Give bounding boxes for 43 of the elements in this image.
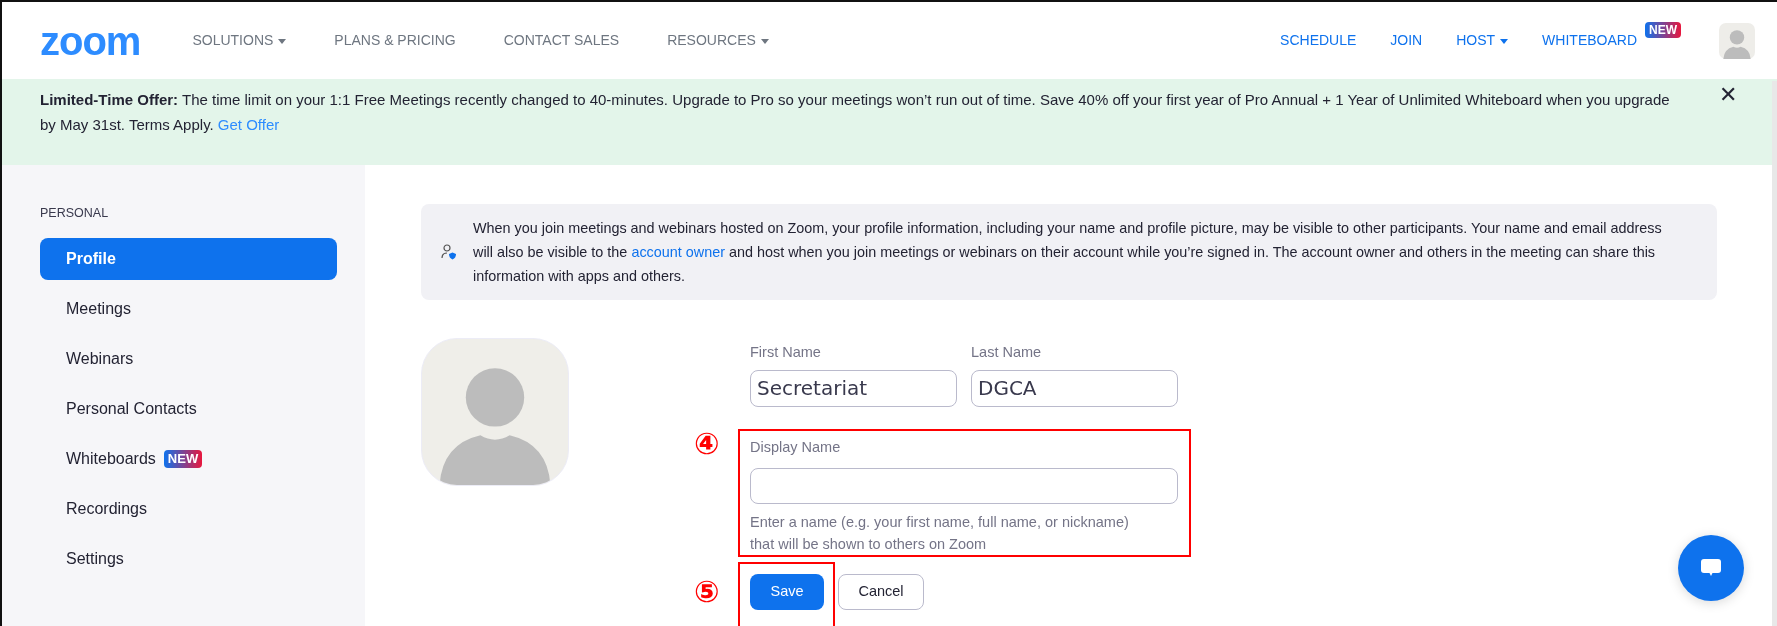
sidebar-item[interactable]: Settings	[40, 537, 337, 580]
sidebar-item[interactable]: Personal Contacts	[40, 387, 337, 430]
name-field[interactable]: DGCA	[971, 369, 1178, 407]
user-avatar-icon[interactable]	[1719, 22, 1755, 59]
sidebar-item[interactable]: Profile	[40, 237, 337, 280]
caret-icon	[760, 38, 769, 44]
field-label: First Name	[750, 343, 822, 362]
save-button[interactable]: Save	[750, 573, 824, 610]
nav-link[interactable]: JOIN	[1390, 30, 1423, 51]
section-label: PERSONAL	[40, 205, 110, 222]
caret-icon	[1500, 38, 1509, 44]
account-owner-link[interactable]: account owner	[631, 244, 725, 260]
sidebar-item[interactable]: Meetings	[40, 287, 337, 330]
annotation-number: ⑤	[694, 576, 720, 607]
nav-link[interactable]: CONTACT SALES	[503, 30, 620, 51]
scrollbar[interactable]	[1772, 81, 1777, 626]
nav-link[interactable]: RESOURCES	[667, 30, 769, 51]
sidebar-item[interactable]: Whiteboards NEW	[40, 437, 337, 480]
logo[interactable]: zoom	[40, 20, 141, 61]
new-badge: NEW	[1645, 22, 1681, 39]
nav-link[interactable]: PLANS & PRICING	[334, 30, 456, 51]
annotation-number: ④	[694, 428, 720, 459]
field-label: Last Name	[971, 343, 1043, 362]
nav-link[interactable]: WHITEBOARD	[1542, 30, 1637, 51]
notice-text: When you join meetings and webinars hosted on Zoom, your profile information, including your name and profile picture, may be visible to other participants. Your name and email address will also be visible to the account owner and host when you join meetings or webinars on their account while you’re signed in. The account owner and others in the meeting can share this information with apps and others.	[473, 219, 1662, 286]
name-field[interactable]: Secretariat	[750, 369, 957, 407]
nav-link[interactable]: SCHEDULE	[1280, 30, 1357, 51]
display-name-field[interactable]	[750, 467, 1178, 504]
help-text: Enter a name (e.g. your first name, full name, or nickname) that will be shown to others on Zoom	[750, 512, 1130, 554]
user-shield-icon	[441, 244, 457, 260]
nav-link[interactable]: SOLUTIONS	[192, 30, 287, 51]
new-badge: NEW	[163, 449, 203, 468]
caret-icon	[278, 38, 287, 44]
close-button[interactable]: ✕	[1713, 81, 1743, 108]
nav-link[interactable]: HOST	[1456, 30, 1509, 51]
sidebar-item[interactable]: Webinars	[40, 337, 337, 380]
offer-text: Limited-Time Offer: The time limit on your 1:1 Free Meetings recently changed to 40-minutes. Upgrade to Pro so your meetings won’t run out of time. Save 40% off your first year of Pro Annual + 1 Year of Unlimited Whiteboard when you upgrade by May 31st. Terms Apply. Get Offer	[40, 90, 1671, 135]
get-offer-link[interactable]: Get Offer	[217, 116, 280, 133]
field-label: Display Name	[750, 437, 842, 457]
sidebar-item[interactable]: Recordings	[40, 487, 337, 530]
chat-button[interactable]	[1678, 535, 1744, 601]
cancel-button[interactable]: Cancel	[838, 573, 924, 610]
chat-bubble-icon	[1701, 559, 1721, 577]
